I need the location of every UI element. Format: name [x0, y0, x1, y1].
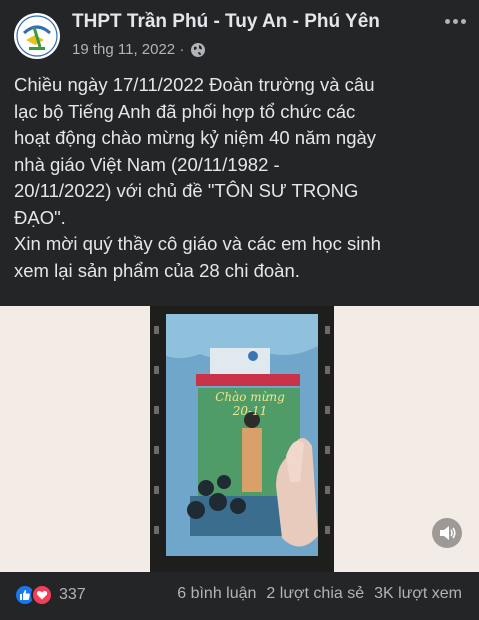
post-text-line: Chiều ngày 17/11/2022 Đoàn trường và câu [14, 74, 375, 95]
reactions-summary[interactable]: 337 [14, 584, 86, 606]
post-text-line: lạc bộ Tiếng Anh đã phối hợp tổ chức các [14, 100, 356, 122]
post-stats: 6 bình luận 2 lượt chia sẻ 3K lượt xem [177, 585, 462, 603]
post-header: THPT Trần Phú - Tuy An - Phú Yên 19 thg … [0, 0, 479, 62]
post-text-line: xem lại sản phẩm của 28 chi đoàn. [14, 259, 300, 281]
post-text-line: hoạt động chào mừng kỷ niệm 40 năm ngày [14, 127, 377, 148]
page-avatar[interactable] [14, 13, 60, 59]
video-card-title: Chào mừng 20-11 [212, 390, 288, 418]
video-thumbnail [154, 314, 330, 556]
post-meta: 19 thg 11, 2022 · [72, 41, 206, 58]
post-text-line: ĐẠO". [14, 206, 66, 228]
video-card-title-line: Chào mừng [215, 390, 285, 404]
views-count: 3K lượt xem [374, 585, 462, 602]
speaker-icon[interactable] [432, 518, 462, 548]
post-text-line: Xin mời quý thầy cô giáo và các em học s… [14, 233, 381, 254]
reaction-count: 337 [59, 586, 86, 603]
comments-count-link[interactable]: 6 bình luận [177, 585, 256, 603]
shares-count-link[interactable]: 2 lượt chia sẻ [266, 585, 364, 603]
post-text-line: nhà giáo Việt Nam (20/11/1982 - [14, 153, 280, 175]
school-logo-icon [15, 14, 59, 58]
page-name-link[interactable]: THPT Trần Phú - Tuy An - Phú Yên [72, 11, 380, 33]
love-icon [31, 584, 53, 606]
facebook-post: THPT Trần Phú - Tuy An - Phú Yên 19 thg … [0, 0, 479, 620]
post-text: Chiều ngày 17/11/2022 Đoàn trường và câu… [14, 72, 470, 284]
video-card-title-line: 20-11 [232, 404, 268, 418]
video-player[interactable]: Chào mừng 20-11 [0, 306, 479, 572]
globe-icon[interactable] [190, 42, 206, 58]
more-options-icon[interactable] [440, 10, 470, 32]
post-text-line: 20/11/2022) với chủ đề "TÔN SƯ TRỌNG [14, 180, 359, 201]
post-footer: 337 6 bình luận 2 lượt chia sẻ 3K lượt x… [0, 572, 479, 620]
post-date[interactable]: 19 thg 11, 2022 · [72, 41, 184, 58]
